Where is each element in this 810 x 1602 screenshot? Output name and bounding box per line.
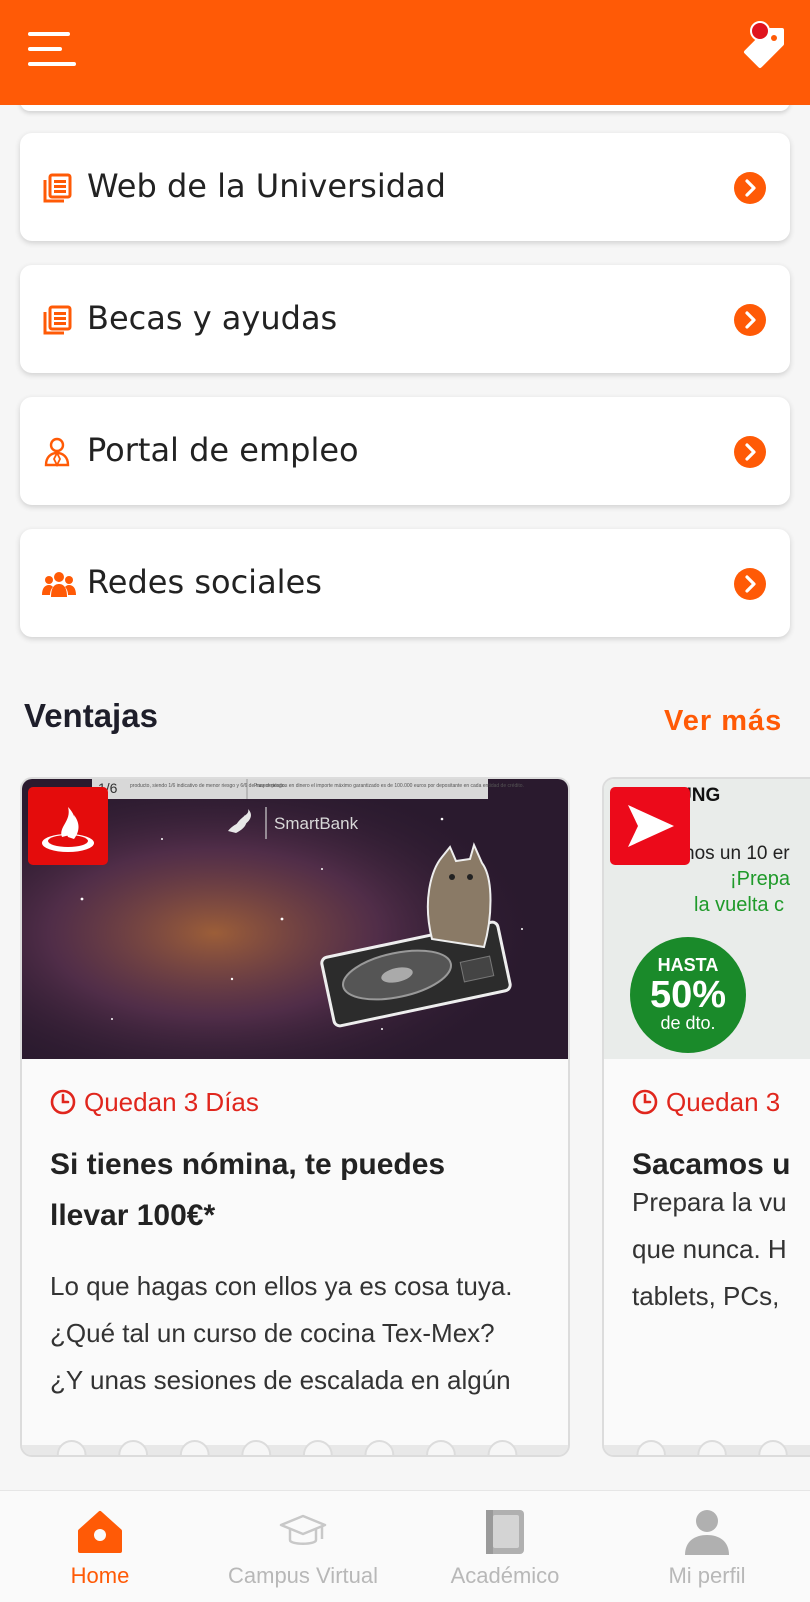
link-card-redes-sociales[interactable]: Redes sociales [20, 529, 790, 637]
clock-icon [50, 1089, 76, 1122]
time-left: Quedan 3 Días [50, 1087, 259, 1122]
santander-logo [28, 787, 108, 865]
ver-mas-link[interactable]: Ver más [664, 705, 782, 738]
home-icon [75, 1507, 125, 1557]
time-left-text: Quedan 3 [666, 1087, 781, 1117]
link-label: Web de la Universidad [87, 167, 446, 205]
ventajas-title: Ventajas [24, 697, 158, 734]
nav-academico[interactable]: Académico [405, 1491, 605, 1602]
user-icon [682, 1507, 732, 1557]
image-line-2: ¡Prepa [730, 868, 791, 890]
main-content[interactable]: Web de la Universidad Becas y ayudas Por… [0, 105, 810, 1490]
image-deposit-text: Para depósitos en dinero el importe máxi… [254, 783, 524, 789]
bottom-navigation: Home Campus Virtual Académico Mi perfil [0, 1490, 810, 1602]
document-list-icon [42, 305, 72, 335]
promo-description: Lo que hagas con ellos ya es cosa tuya. … [50, 1271, 513, 1413]
chevron-right-icon[interactable] [734, 436, 766, 468]
document-list-icon [42, 173, 72, 203]
badge-value-text: 50% [650, 974, 726, 1016]
badge-bottom-text: de dto. [660, 1013, 715, 1033]
nav-mi-perfil[interactable]: Mi perfil [607, 1491, 807, 1602]
nav-home[interactable]: Home [0, 1491, 200, 1602]
promo-image: UNG nos un 10 er ¡Prepa la vuelta c HAST… [604, 779, 810, 1059]
link-card-portal-empleo[interactable]: Portal de empleo [20, 397, 790, 505]
nav-label: Mi perfil [668, 1563, 746, 1588]
promo-card-samsung[interactable]: UNG nos un 10 er ¡Prepa la vuelta c HAST… [602, 777, 810, 1457]
hamburger-icon[interactable] [28, 30, 78, 70]
badge-top-text: HASTA [658, 955, 719, 975]
promo-card-nomina[interactable]: 1/6 producto, siendo 1/6 indicativo de m… [20, 777, 570, 1457]
link-card-becas[interactable]: Becas y ayudas [20, 265, 790, 373]
nav-campus-virtual[interactable]: Campus Virtual [203, 1491, 403, 1602]
chevron-right-icon[interactable] [734, 304, 766, 336]
person-icon [42, 437, 72, 468]
chevron-right-icon[interactable] [734, 172, 766, 204]
time-left-text: Quedan 3 Días [84, 1087, 259, 1117]
promo-title: Si tienes nómina, te puedes llevar 100€* [50, 1148, 446, 1232]
ticket-edge [604, 1440, 810, 1455]
svg-text:SmartBank: SmartBank [274, 814, 359, 833]
link-label: Redes sociales [87, 563, 322, 601]
time-left: Quedan 3 [632, 1087, 780, 1122]
group-icon [42, 569, 76, 599]
image-line-1: nos un 10 er [684, 843, 790, 864]
tag-icon[interactable] [740, 20, 788, 72]
app-header [0, 0, 810, 105]
chevron-right-icon[interactable] [734, 568, 766, 600]
nav-label: Campus Virtual [228, 1563, 378, 1588]
book-icon [480, 1507, 530, 1557]
partial-card [20, 105, 790, 111]
clock-icon [632, 1089, 658, 1122]
link-card-web-universidad[interactable]: Web de la Universidad [20, 133, 790, 241]
link-label: Becas y ayudas [87, 299, 338, 337]
promo-image: 1/6 producto, siendo 1/6 indicativo de m… [22, 779, 568, 1059]
link-label: Portal de empleo [87, 431, 359, 469]
ticket-edge [22, 1440, 568, 1455]
graduation-cap-icon [278, 1507, 328, 1557]
nav-label: Home [70, 1563, 130, 1588]
promo-description: Prepara la vu que nunca. H tablets, PCs,… [632, 1187, 787, 1329]
play-arrow-logo [610, 787, 690, 865]
image-line-3: la vuelta c [694, 894, 784, 916]
nav-label: Académico [450, 1563, 560, 1588]
